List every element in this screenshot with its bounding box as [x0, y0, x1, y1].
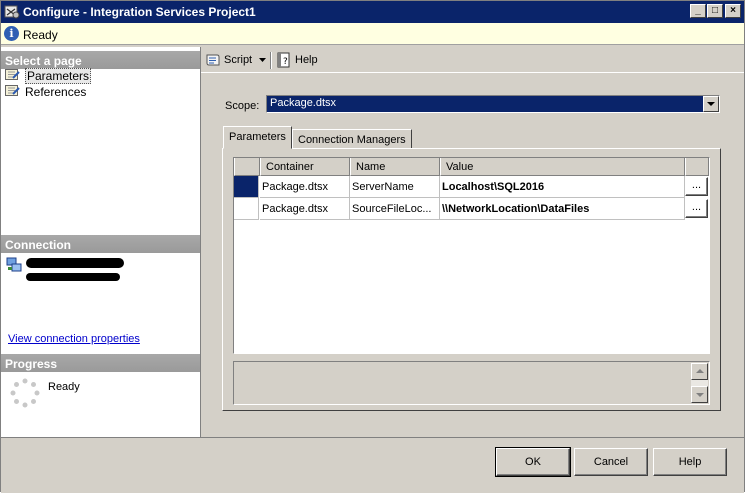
parameters-grid: Container Name Value Package.dtsx Server… [233, 157, 710, 354]
tab-parameters[interactable]: Parameters [223, 126, 292, 149]
chevron-down-icon [259, 58, 266, 62]
progress-spinner-icon [10, 378, 40, 408]
table-row[interactable]: Package.dtsx ServerName Localhost\SQL201… [234, 176, 709, 198]
cell-container[interactable]: Package.dtsx [260, 176, 350, 198]
row-selector[interactable] [234, 198, 259, 220]
arrow-down-icon [696, 393, 704, 397]
title-bar[interactable]: Configure - Integration Services Project… [1, 1, 744, 23]
toolbar: Script ? Help [201, 48, 744, 73]
help-book-icon: ? [277, 52, 290, 68]
script-icon [206, 54, 220, 66]
redacted-user-name [26, 273, 120, 281]
cell-name[interactable]: ServerName [350, 176, 440, 198]
row-header-corner [234, 158, 260, 176]
edit-value-button[interactable]: ... [685, 199, 708, 218]
column-header-value[interactable]: Value [440, 158, 685, 176]
help-button[interactable]: Help [653, 448, 727, 476]
server-connection-icon [6, 257, 22, 272]
minimize-button[interactable]: _ [690, 4, 706, 18]
script-label: Script [224, 54, 253, 66]
row-selector[interactable] [234, 176, 259, 198]
cell-name[interactable]: SourceFileLoc... [350, 198, 440, 220]
connection-header: Connection [1, 235, 200, 253]
status-text: Ready [23, 28, 58, 42]
cell-value[interactable]: Localhost\SQL2016 [440, 176, 685, 198]
description-box [233, 361, 710, 405]
status-strip: i Ready [1, 23, 744, 45]
help-toolbar-button[interactable]: ? Help [276, 52, 321, 69]
grid-header: Container Name Value [234, 158, 709, 176]
script-dropdown-button[interactable] [257, 52, 267, 69]
close-button[interactable]: × [725, 4, 741, 18]
page-wrench-icon [5, 85, 20, 96]
progress-header: Progress [1, 354, 200, 372]
info-icon: i [4, 26, 19, 41]
column-header-name[interactable]: Name [350, 158, 440, 176]
cell-container[interactable]: Package.dtsx [260, 198, 350, 220]
select-page-header: Select a page [1, 51, 200, 69]
scroll-up-button[interactable] [691, 363, 708, 380]
window-title: Configure - Integration Services Project… [23, 5, 256, 19]
page-parameters-label: Parameters [25, 68, 92, 84]
description-scrollbar[interactable] [691, 363, 708, 403]
page-wrench-icon [5, 69, 20, 80]
column-header-button [685, 158, 709, 176]
left-pane: Select a page Parameters References Conn… [1, 47, 201, 437]
scope-label: Scope: [225, 100, 260, 112]
scroll-down-button[interactable] [691, 386, 708, 403]
tab-connection-managers[interactable]: Connection Managers [292, 129, 412, 150]
arrow-up-icon [696, 369, 704, 373]
toolbar-separator [270, 52, 272, 69]
cancel-button[interactable]: Cancel [574, 448, 648, 476]
maximize-button[interactable]: □ [707, 4, 723, 18]
help-toolbar-label: Help [295, 54, 318, 66]
table-row[interactable]: Package.dtsx SourceFileLoc... \\NetworkL… [234, 198, 709, 220]
edit-value-button[interactable]: ... [685, 177, 708, 196]
view-connection-properties-link[interactable]: View connection properties [8, 333, 140, 345]
cell-value[interactable]: \\NetworkLocation\DataFiles [440, 198, 685, 220]
column-header-container[interactable]: Container [260, 158, 350, 176]
svg-text:?: ? [283, 57, 288, 67]
redacted-server-name [26, 258, 124, 268]
page-references-label: References [25, 85, 87, 99]
ssis-app-icon [4, 5, 20, 19]
progress-status: Ready [48, 381, 80, 393]
scope-value: Package.dtsx [270, 97, 337, 109]
scope-dropdown[interactable]: Package.dtsx [266, 95, 720, 113]
scope-dropdown-button[interactable] [703, 96, 719, 112]
configure-dialog: Configure - Integration Services Project… [0, 0, 745, 493]
ok-button[interactable]: OK [495, 447, 571, 477]
chevron-down-icon [707, 102, 715, 106]
